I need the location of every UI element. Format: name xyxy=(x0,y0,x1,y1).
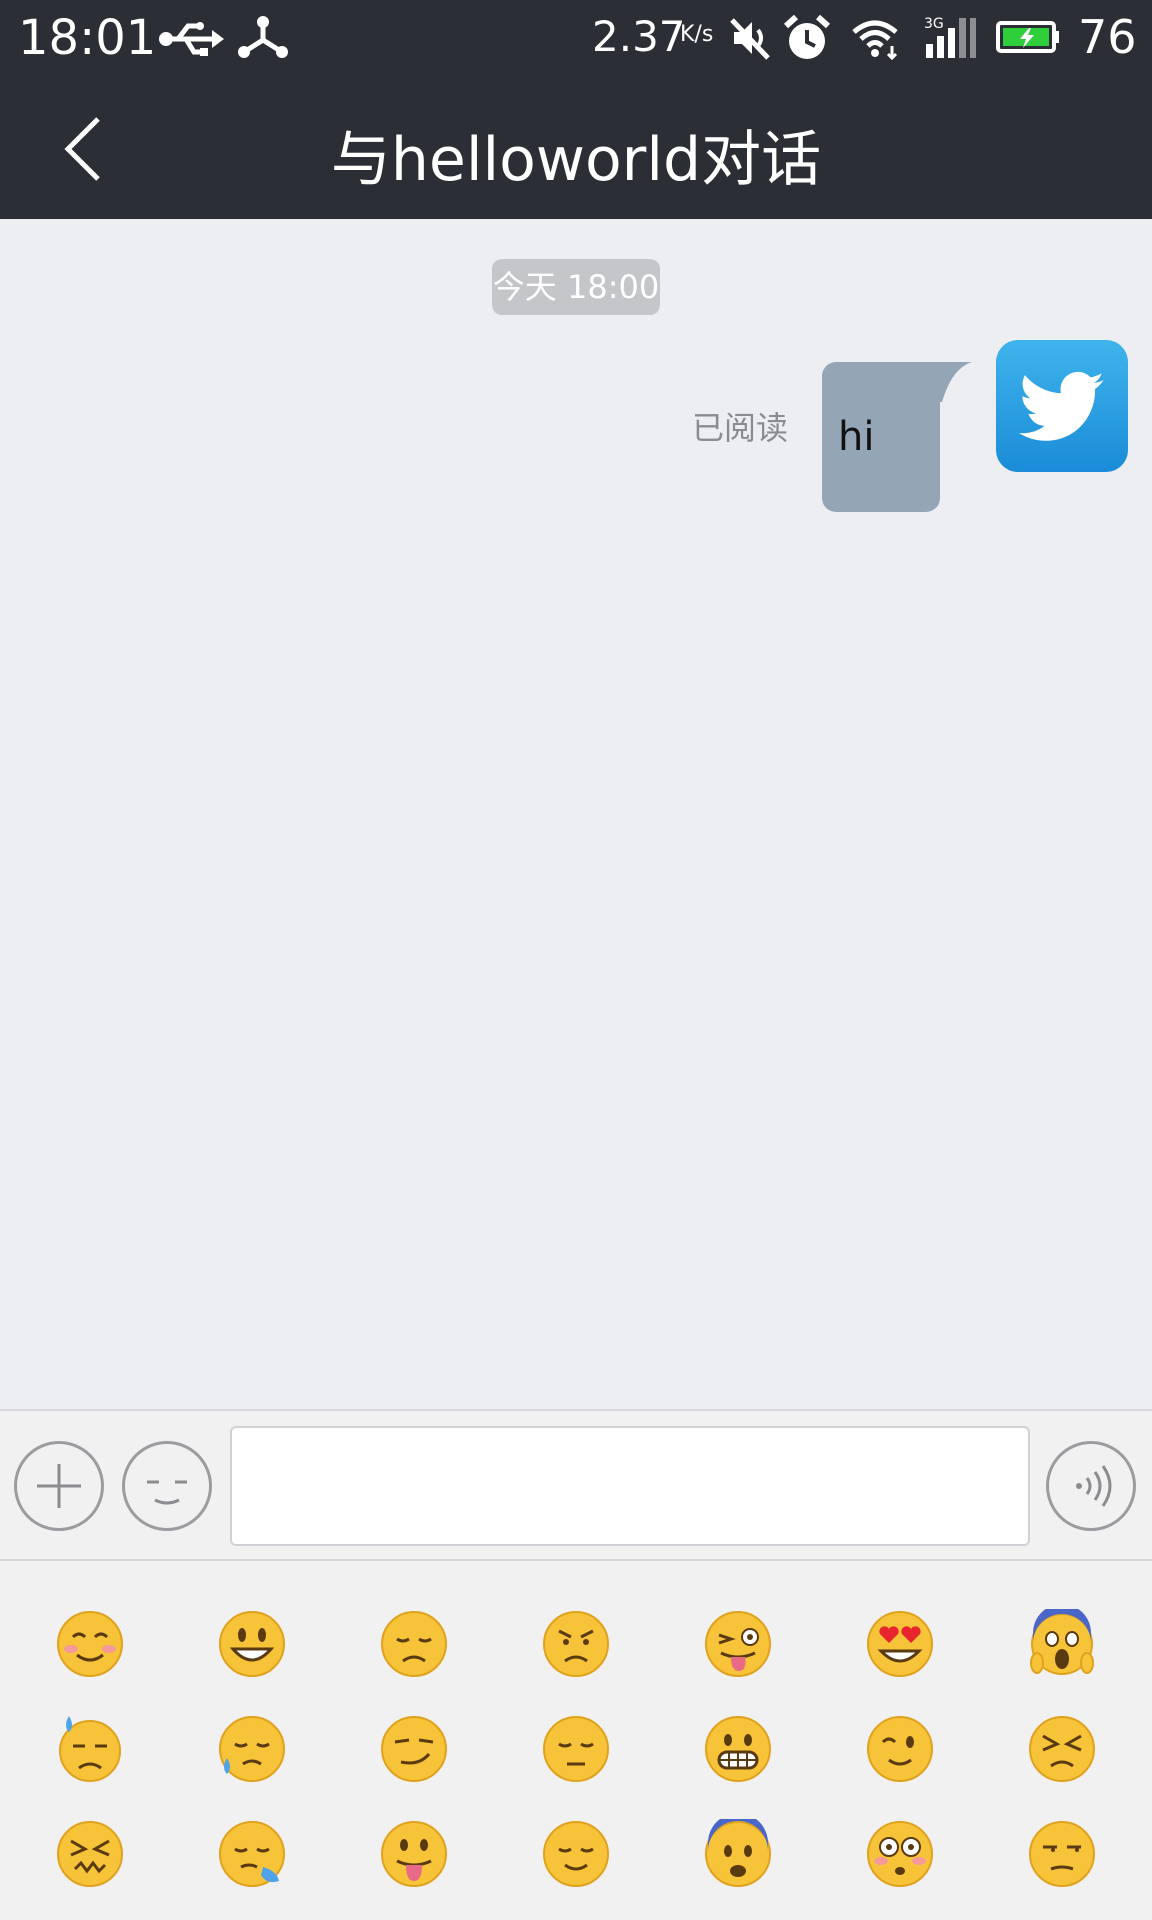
input-bar xyxy=(0,1409,1152,1561)
alarm-icon xyxy=(783,14,831,66)
angry-emoji[interactable] xyxy=(541,1609,611,1679)
fearful-emoji[interactable] xyxy=(703,1819,773,1889)
voice-button[interactable] xyxy=(1046,1441,1136,1531)
usb-icon xyxy=(158,20,224,62)
confounded-emoji[interactable] xyxy=(55,1819,125,1889)
cold-sweat-emoji[interactable] xyxy=(55,1714,125,1784)
disappointed-emoji[interactable] xyxy=(379,1609,449,1679)
network-speed-unit: K/s xyxy=(680,22,714,47)
persevere-emoji[interactable] xyxy=(1027,1714,1097,1784)
emoji-icon xyxy=(147,1480,187,1505)
smirk-emoji[interactable] xyxy=(379,1714,449,1784)
signal-icon: 3G xyxy=(922,14,978,64)
relieved-emoji[interactable] xyxy=(541,1819,611,1889)
plus-button[interactable] xyxy=(14,1441,104,1531)
network-speed: 2.37 xyxy=(592,12,686,61)
wink-emoji[interactable] xyxy=(865,1714,935,1784)
plus-icon xyxy=(37,1464,81,1508)
pensive-emoji[interactable] xyxy=(541,1714,611,1784)
voice-icon xyxy=(1076,1465,1112,1507)
scream-emoji[interactable] xyxy=(1027,1609,1097,1679)
flushed-emoji[interactable] xyxy=(865,1819,935,1889)
status-time: 18:01 xyxy=(18,10,157,66)
unamused-emoji[interactable] xyxy=(1027,1819,1097,1889)
battery-level: 76 xyxy=(1078,10,1137,64)
twitter-bird-icon xyxy=(1019,371,1104,441)
message-text: hi xyxy=(838,414,875,460)
avatar[interactable] xyxy=(996,340,1128,472)
wifi-icon xyxy=(850,16,900,64)
emoji-panel xyxy=(0,1561,1152,1920)
chat-timestamp: 今天 18:00 xyxy=(492,259,660,315)
message-bubble[interactable]: hi xyxy=(822,362,940,512)
title-bar: 与helloworld对话 xyxy=(0,77,1152,219)
sleepy-emoji[interactable] xyxy=(217,1819,287,1889)
disappointed-relieved-emoji[interactable] xyxy=(217,1714,287,1784)
heart-eyes-emoji[interactable] xyxy=(865,1609,935,1679)
status-bar: 18:01 2.37 K/s 3G 76 xyxy=(0,0,1152,77)
smiley-emoji[interactable] xyxy=(217,1609,287,1679)
bubble-tail xyxy=(938,362,972,402)
battery-icon xyxy=(996,20,1060,58)
stuck-out-tongue-emoji[interactable] xyxy=(379,1819,449,1889)
message-input[interactable] xyxy=(230,1426,1030,1546)
emoji-button[interactable] xyxy=(122,1441,212,1531)
blush-emoji[interactable] xyxy=(55,1609,125,1679)
read-status: 已阅读 xyxy=(692,409,789,447)
grimacing-emoji[interactable] xyxy=(703,1714,773,1784)
stuck-out-tongue-winking-eye-emoji[interactable] xyxy=(703,1609,773,1679)
share-icon xyxy=(238,14,288,64)
mute-icon xyxy=(728,16,772,64)
chat-area[interactable]: 今天 18:00 已阅读 hi xyxy=(0,219,1152,1409)
svg-text:3G: 3G xyxy=(924,16,944,32)
page-title: 与helloworld对话 xyxy=(330,125,822,195)
